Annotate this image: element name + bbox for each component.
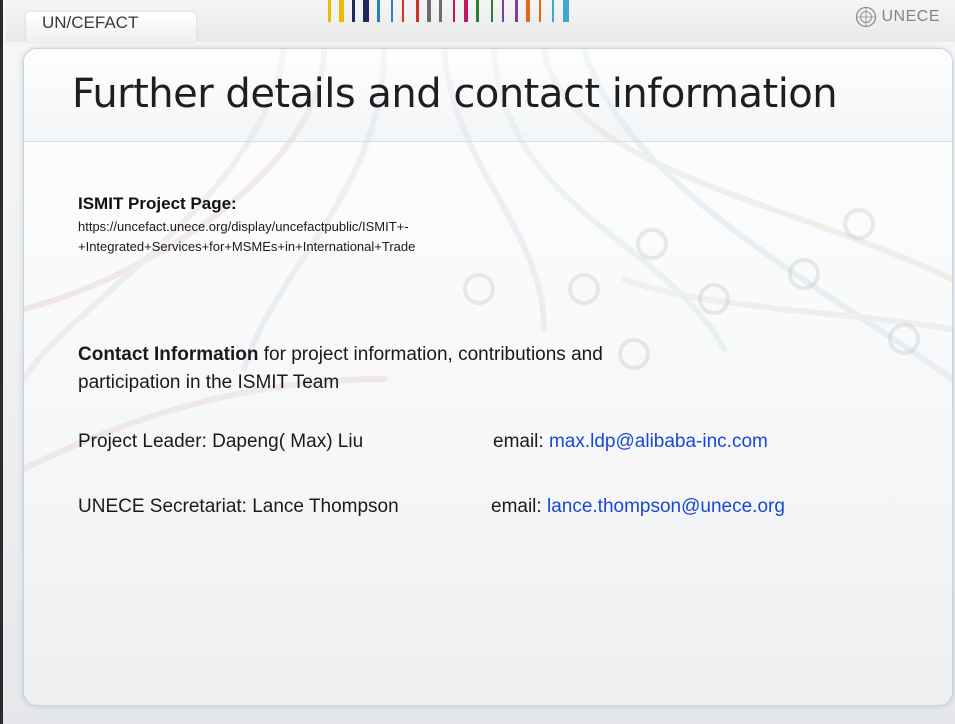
contact-email-secretariat: email: lance.thompson@unece.org <box>491 496 785 518</box>
contact-row-secretariat: UNECE Secretariat: Lance Thompson <box>78 496 399 518</box>
barcode-stripes-decoration <box>328 0 569 22</box>
contact-role: UNECE Secretariat: Lance Thompson <box>78 496 399 517</box>
contact-role: Project Leader: Dapeng( Max) Liu <box>78 431 364 452</box>
slide: UN/CEFACT UNECE Further details and cont… <box>0 0 955 724</box>
content-panel: Further details and contact information … <box>23 48 953 706</box>
email-link[interactable]: max.ldp@alibaba-inc.com <box>549 431 768 452</box>
contact-row-project-leader: Project Leader: Dapeng( Max) Liu <box>78 431 363 453</box>
contact-email-project-leader: email: max.ldp@alibaba-inc.com <box>493 431 768 453</box>
slide-title: Further details and contact information <box>72 71 838 117</box>
project-page-url[interactable]: https://uncefact.unece.org/display/uncef… <box>78 217 415 257</box>
email-label: email: <box>493 431 549 452</box>
un-emblem-icon <box>856 6 877 28</box>
email-label: email: <box>491 496 547 517</box>
contact-information-text-1: for project information, contributions a… <box>258 344 603 365</box>
unece-logo: UNECE <box>855 6 940 28</box>
unece-logo-text: UNECE <box>881 8 940 25</box>
contact-information-text-2: participation in the ISMIT Team <box>78 372 340 393</box>
project-page-label: ISMIT Project Page: <box>78 194 237 213</box>
project-page-url-line-1: https://uncefact.unece.org/display/uncef… <box>78 219 409 234</box>
email-link[interactable]: lance.thompson@unece.org <box>547 496 785 517</box>
contact-information-label: Contact Information <box>78 344 259 365</box>
project-page-url-line-2: +Integrated+Services+for+MSMEs+in+Intern… <box>78 239 416 254</box>
header-bar: UN/CEFACT UNECE <box>6 0 955 42</box>
contact-information-block: Contact Information for project informat… <box>78 341 603 397</box>
